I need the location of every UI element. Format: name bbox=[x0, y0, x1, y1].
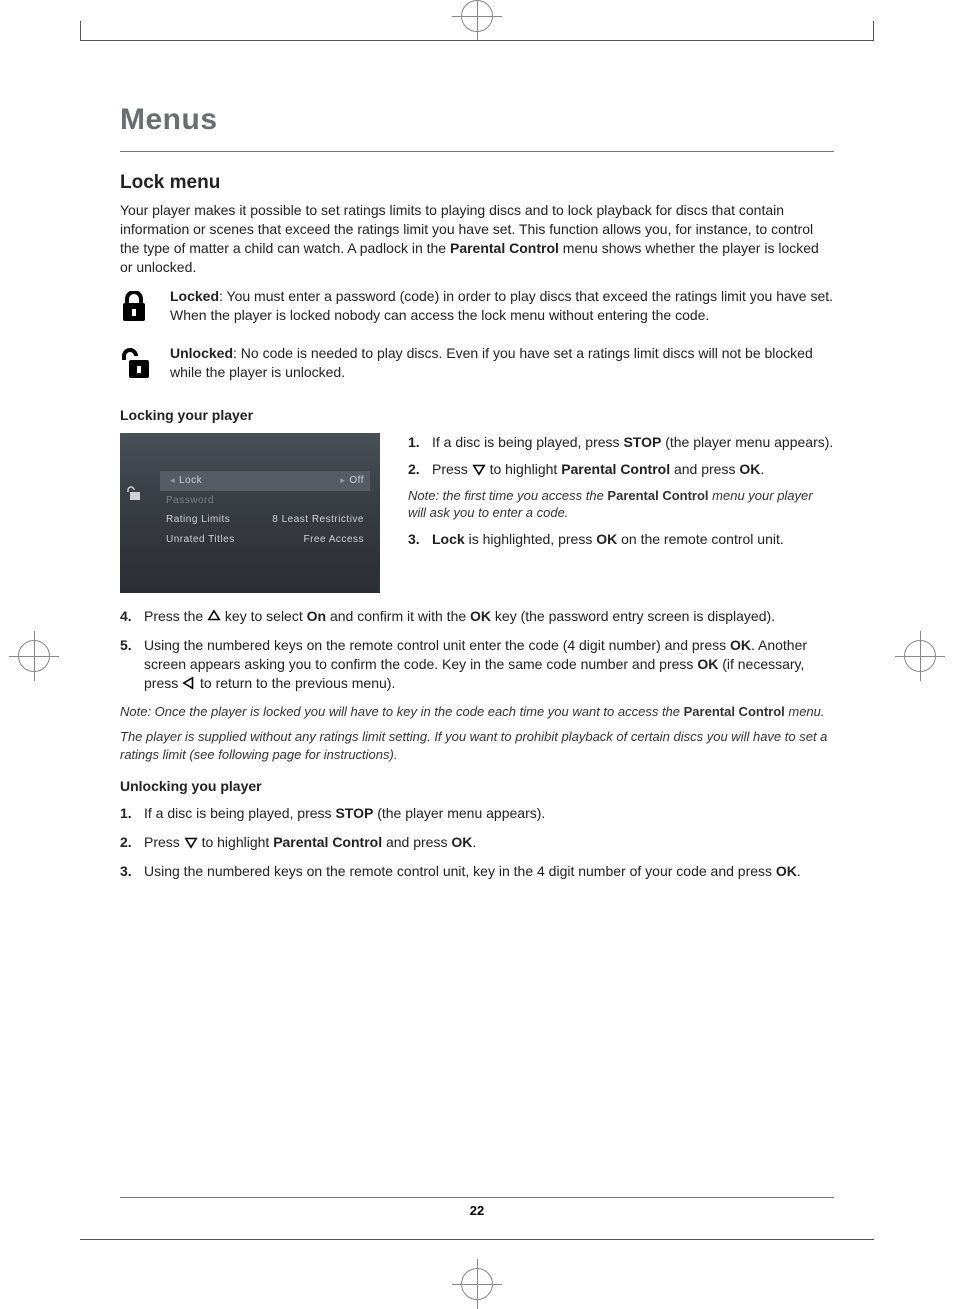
crop-mark-left bbox=[18, 640, 50, 672]
arrow-left-icon bbox=[182, 676, 196, 690]
arrow-down-icon bbox=[184, 835, 198, 849]
step: 2.Press to highlight Parental Control an… bbox=[408, 460, 834, 479]
footer-rule bbox=[120, 1197, 834, 1198]
locking-heading: Locking your player bbox=[120, 406, 834, 425]
crop-mark-bottom bbox=[461, 1268, 493, 1300]
step: 1.If a disc is being played, press STOP … bbox=[120, 804, 834, 823]
crop-mark-top bbox=[461, 0, 493, 32]
lock-note-1: Note: Once the player is locked you will… bbox=[120, 703, 834, 721]
step: 1.If a disc is being played, press STOP … bbox=[408, 433, 834, 452]
menu-item: Rating Limits8 Least Restrictive bbox=[160, 510, 370, 530]
page-content: Menus Lock menu Your player makes it pos… bbox=[120, 100, 834, 891]
step: 3.Lock is highlighted, press OK on the r… bbox=[408, 530, 834, 549]
step: 2.Press to highlight Parental Control an… bbox=[120, 833, 834, 852]
lock-open-icon bbox=[126, 485, 142, 501]
chapter-title: Menus bbox=[120, 100, 834, 141]
lock-closed-icon bbox=[120, 291, 148, 323]
step: 5.Using the numbered keys on the remote … bbox=[120, 636, 834, 693]
crop-mark-right bbox=[904, 640, 936, 672]
lock-note-2: The player is supplied without any ratin… bbox=[120, 728, 834, 763]
section-title: Lock menu bbox=[120, 170, 834, 196]
locked-row: Locked: You must enter a password (code)… bbox=[120, 287, 834, 335]
step: 3.Using the numbered keys on the remote … bbox=[120, 862, 834, 881]
menu-item: Password bbox=[160, 491, 370, 511]
arrow-up-icon bbox=[207, 609, 221, 623]
menu-item: Unrated TitlesFree Access bbox=[160, 530, 370, 550]
locked-text: Locked: You must enter a password (code)… bbox=[170, 287, 834, 325]
step-note: Note: the first time you access the Pare… bbox=[408, 487, 834, 522]
page-number: 22 bbox=[0, 1203, 954, 1218]
lock-open-icon bbox=[120, 348, 152, 380]
unlocked-text: Unlocked: No code is needed to play disc… bbox=[170, 344, 834, 382]
step: 4.Press the key to select On and confirm… bbox=[120, 607, 834, 626]
menu-item: ◂Lock▸Off bbox=[160, 471, 370, 491]
unlocking-heading: Unlocking you player bbox=[120, 777, 834, 796]
arrow-down-icon bbox=[472, 462, 486, 476]
unlocked-row: Unlocked: No code is needed to play disc… bbox=[120, 344, 834, 392]
divider bbox=[120, 151, 834, 152]
intro-paragraph: Your player makes it possible to set rat… bbox=[120, 201, 834, 277]
menu-screenshot: ◂Lock▸OffPasswordRating Limits8 Least Re… bbox=[120, 433, 380, 593]
